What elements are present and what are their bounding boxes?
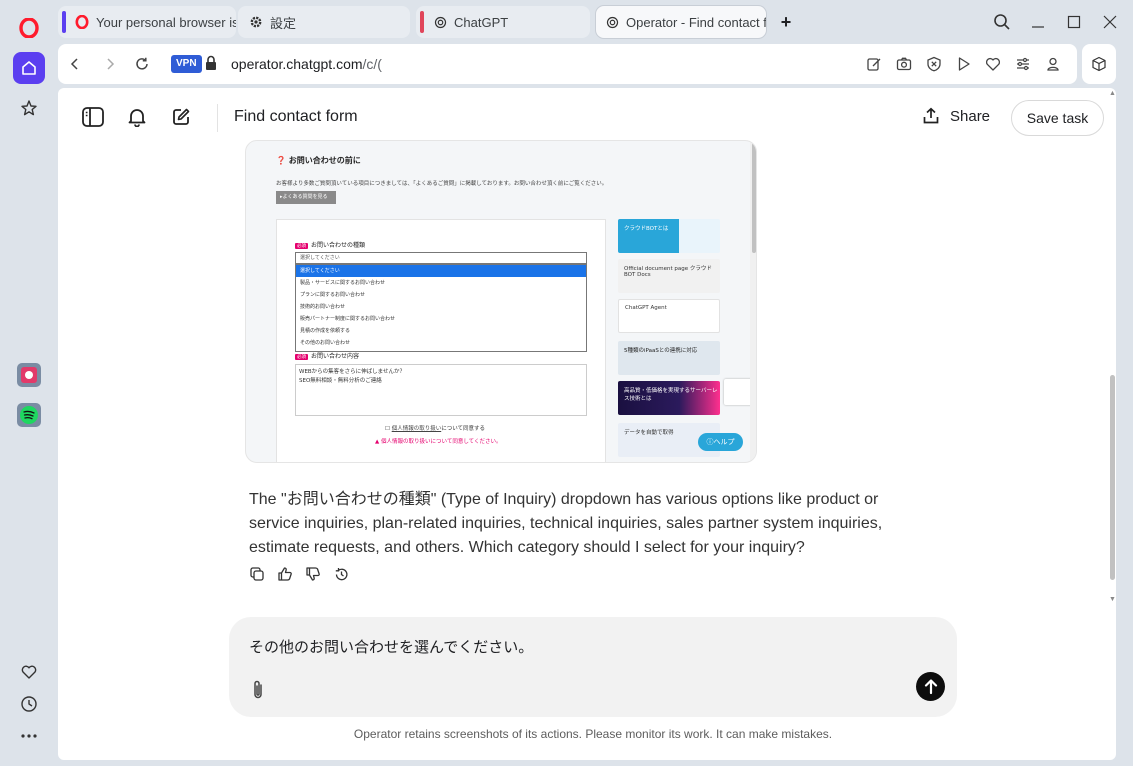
operator-page: Find contact form Share Save task ❓ お問い合… [58, 88, 1116, 760]
dropdown-option: プランに関するお問い合わせ [300, 292, 366, 298]
dropdown-option: 選択してください [296, 265, 586, 277]
opera-icon [74, 14, 90, 30]
vpn-badge[interactable]: VPN [171, 55, 202, 73]
save-task-button[interactable]: Save task [1011, 100, 1104, 136]
history-replay-icon[interactable] [333, 566, 349, 582]
inquiry-content-label: 必須 お問い合わせ内容 [295, 353, 360, 360]
camera-icon[interactable] [895, 55, 913, 73]
inquiry-content-textarea: WEBからの集客をさらに伸ばしませんか？ SEO無料相談・無料分析のご連絡 [295, 364, 587, 416]
lock-icon[interactable] [205, 55, 219, 73]
back-icon[interactable] [65, 54, 85, 74]
ad-blocker-icon[interactable] [925, 55, 943, 73]
easy-setup-icon[interactable] [1014, 55, 1032, 73]
contact-form: 必須 お問い合わせの種類 選択してください 選択してください 製品・サービスに関す… [276, 219, 606, 462]
tab-chatgpt[interactable]: ChatGPT [416, 6, 590, 38]
profile-icon[interactable] [1044, 55, 1062, 73]
banner: クラウドBOTとは [618, 219, 720, 253]
privacy-warning: ▲ 個人情報の取り扱いについて同意してください。 [375, 439, 502, 445]
tab-group-stripe [62, 11, 66, 33]
notifications-bell-icon[interactable] [125, 105, 149, 129]
screenshot-heading: ❓ お問い合わせの前に [276, 156, 361, 165]
bookmark-heart-icon[interactable] [984, 55, 1002, 73]
spotify-icon[interactable] [13, 399, 45, 431]
openai-icon [432, 14, 448, 30]
new-task-pencil-icon[interactable] [169, 105, 193, 129]
screenshot-note: お客様より多数ご質問頂いている項目につきましては、「よくあるご質問」に掲載してお… [276, 181, 608, 187]
url-domain: operator.chatgpt.com [231, 56, 363, 72]
sidebar-toggle-icon[interactable] [81, 105, 105, 129]
banner: 高品質・低価格を実現するサーバーレス技術とは [618, 381, 720, 415]
tab-label: 設定 [270, 15, 297, 31]
tab-label: ChatGPT [454, 14, 509, 30]
tab-label: Operator - Find contact fo [626, 14, 766, 30]
new-tab-button[interactable]: + [776, 12, 796, 32]
dropdown-option: 製品・サービスに関するお問い合わせ [300, 280, 386, 286]
tab-strip: Your personal browser is a 設定 ChatGPT Op… [56, 0, 1133, 44]
scroll-down-icon[interactable]: ▼ [1109, 596, 1116, 604]
reload-icon[interactable] [132, 54, 152, 74]
star-icon[interactable] [13, 92, 45, 124]
message-actions [249, 566, 359, 584]
privacy-consent: ☐ 個人情報の取り扱いについて同意する [385, 426, 486, 432]
page-header: Find contact form Share Save task [58, 88, 1116, 148]
scrollbar-thumb[interactable] [1110, 375, 1115, 580]
send-button[interactable] [916, 672, 945, 701]
forward-icon[interactable] [100, 54, 120, 74]
search-tabs-icon[interactable] [990, 10, 1014, 34]
help-button: ⓘヘルプ [698, 433, 743, 451]
attach-paperclip-icon[interactable] [247, 679, 269, 701]
copy-icon[interactable] [249, 566, 265, 582]
thumbs-up-icon[interactable] [277, 566, 293, 582]
header-divider [217, 104, 218, 132]
dropdown-option: 技術的お問い合わせ [300, 304, 346, 310]
screenshot-scrollbar [750, 141, 756, 462]
tab-settings[interactable]: 設定 [238, 6, 410, 38]
edit-page-icon[interactable] [865, 55, 883, 73]
more-icon[interactable] [13, 720, 45, 752]
banner: Official document page クラウドBOT Docs [618, 259, 720, 293]
share-label: Share [950, 107, 991, 125]
arrow-up-icon [924, 678, 937, 694]
url-field[interactable]: operator.chatgpt.com/c/( [231, 56, 382, 72]
tab-operator-active[interactable]: Operator - Find contact fo [596, 6, 766, 38]
history-icon[interactable] [13, 688, 45, 720]
openai-icon [604, 14, 620, 30]
heart-icon[interactable] [13, 656, 45, 688]
extensions-cube-icon[interactable] [1082, 44, 1116, 84]
close-button[interactable] [1098, 10, 1122, 34]
tab-opera-welcome[interactable]: Your personal browser is a [58, 6, 236, 38]
dropdown-option: 販売パートナー制度に関するお問い合わせ [300, 316, 396, 322]
gear-icon [248, 14, 264, 30]
inquiry-type-label: 必須 お問い合わせの種類 [295, 242, 366, 249]
task-title: Find contact form [234, 108, 358, 125]
address-bar: VPN operator.chatgpt.com/c/( [58, 44, 1077, 84]
message-composer[interactable]: その他のお問い合わせを選んでください。 [229, 617, 957, 717]
dropdown-option: その他のお問い合わせ [300, 340, 351, 346]
inquiry-type-dropdown: 選択してください 製品・サービスに関するお問い合わせ プランに関するお問い合わせ… [295, 264, 587, 352]
banner: ChatGPT Agent [618, 299, 720, 333]
thumbs-down-icon[interactable] [305, 566, 321, 582]
share-icon [923, 107, 939, 124]
assistant-message: The "お問い合わせの種類" (Type of Inquiry) dropdo… [249, 491, 883, 556]
operator-screenshot: ❓ お問い合わせの前に お客様より多数ご質問頂いている項目につきましては、「よく… [245, 140, 757, 463]
inquiry-type-select: 選択してください [295, 252, 587, 264]
opera-logo-icon[interactable] [13, 12, 45, 44]
tab-label: Your personal browser is a [96, 14, 236, 30]
tab-group-stripe [420, 11, 424, 33]
disclaimer-text: Operator retains screenshots of its acti… [353, 727, 833, 741]
home-icon[interactable] [13, 52, 45, 84]
maximize-button[interactable] [1062, 10, 1086, 34]
composer-input[interactable]: その他のお問い合わせを選んでください。 [249, 636, 533, 657]
share-button[interactable]: Share [922, 107, 990, 125]
dropdown-option: 見積の作成を依頼する [300, 328, 351, 334]
url-path: /c/( [362, 56, 382, 72]
faq-button: ▸よくある質問を見る [276, 191, 336, 204]
aria-app-icon[interactable] [13, 359, 45, 391]
page-scrollbar[interactable]: ▲ ▼ [1109, 88, 1116, 608]
play-icon[interactable] [955, 55, 973, 73]
banner: 5種類のiPaaSとの連携に対応 [618, 341, 720, 375]
scroll-up-icon[interactable]: ▲ [1109, 90, 1116, 98]
minimize-button[interactable] [1026, 10, 1050, 34]
opera-sidebar [0, 0, 56, 766]
